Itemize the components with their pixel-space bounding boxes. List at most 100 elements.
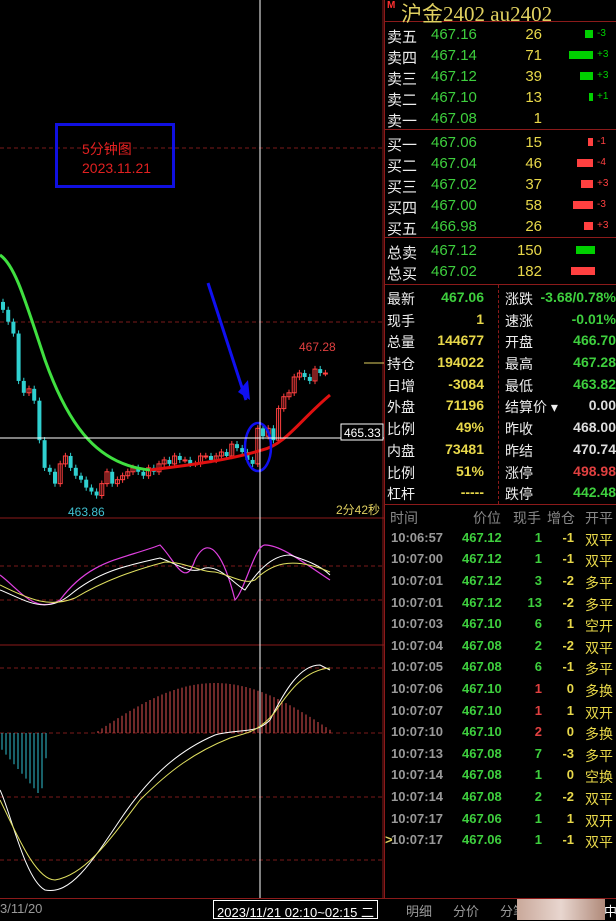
- candle: [69, 456, 73, 468]
- trade-list[interactable]: 10:06:57467.121-1双平10:07:00467.121-1双平10…: [385, 527, 616, 851]
- trade-time: 10:07:01: [391, 573, 443, 588]
- level-volume: 15: [525, 134, 542, 151]
- volume-bar: [588, 138, 593, 146]
- trade-row[interactable]: 10:06:57467.121-1双平: [385, 527, 616, 549]
- level-price: 467.16: [431, 26, 477, 43]
- trade-row[interactable]: 10:07:14467.082-2双平: [385, 786, 616, 808]
- orderbook-row[interactable]: 卖五467.1626-3: [385, 24, 616, 45]
- volume-bar: [569, 51, 593, 59]
- trade-price: 467.10: [462, 724, 502, 739]
- orderbook-row[interactable]: 买五466.9826+3: [385, 216, 616, 237]
- trade-row[interactable]: 10:07:01467.1213-2多平: [385, 592, 616, 614]
- trade-row[interactable]: 10:07:14467.0810空换: [385, 764, 616, 786]
- stat-row: 持仓194022最高467.28: [385, 352, 616, 374]
- candle: [141, 472, 145, 476]
- stat-value: -----: [461, 484, 484, 500]
- trade-row[interactable]: 10:07:01467.123-2多平: [385, 570, 616, 592]
- level-label: 卖五: [387, 26, 417, 47]
- volume-bar: [571, 267, 595, 275]
- order-totals: 总卖467.12150总买467.02182: [385, 238, 616, 285]
- candle: [11, 322, 15, 334]
- level-price: 467.04: [431, 155, 477, 172]
- trade-qty: 1: [535, 681, 542, 696]
- trade-row[interactable]: 10:07:06467.1010多换: [385, 678, 616, 700]
- trade-price: 467.06: [462, 811, 502, 826]
- trade-qty: 1: [535, 551, 542, 566]
- level-label: 买一: [387, 134, 417, 155]
- trade-type: 双平: [585, 789, 613, 809]
- tab-detail[interactable]: 明细: [406, 901, 432, 920]
- trade-row[interactable]: 10:07:07467.1011双开: [385, 700, 616, 722]
- stat-label: 现手: [387, 311, 415, 331]
- col-price: 价位: [473, 508, 501, 528]
- level-delta: -3: [597, 28, 606, 39]
- trade-row[interactable]: >10:07:17467.061-1双平: [385, 829, 616, 851]
- level-label: 卖二: [387, 89, 417, 110]
- trade-price: 467.06: [462, 832, 502, 847]
- stat-label: 总量: [387, 332, 415, 352]
- trade-type: 多平: [585, 595, 613, 615]
- kdj-j-line: [0, 545, 330, 605]
- trade-time: 10:07:06: [391, 681, 443, 696]
- stat-value: 468.00: [573, 419, 616, 435]
- trade-row[interactable]: 10:07:03467.1061空开: [385, 613, 616, 635]
- orderbook-row[interactable]: 卖二467.1013+1: [385, 87, 616, 108]
- macd-dif-line: [0, 665, 330, 891]
- trade-time: 10:07:03: [391, 616, 443, 631]
- orderbook-row[interactable]: 买一467.0615-1: [385, 132, 616, 153]
- level-price: 467.02: [431, 176, 477, 193]
- orderbook-row[interactable]: 买三467.0237+3: [385, 174, 616, 195]
- trade-row[interactable]: 10:07:05467.086-1多平: [385, 656, 616, 678]
- stat-value: 0.00: [589, 397, 616, 413]
- stat-value: 466.70: [573, 332, 616, 348]
- trade-row[interactable]: 10:07:00467.121-1双平: [385, 548, 616, 570]
- stat-label: 比例: [387, 419, 415, 439]
- stat-value: 442.48: [573, 484, 616, 500]
- trade-time: 10:07:17: [391, 832, 443, 847]
- candle: [178, 456, 182, 460]
- orderbook-row[interactable]: 买四467.0058-3: [385, 195, 616, 216]
- stat-label: 速涨: [505, 311, 533, 331]
- stat-label[interactable]: 结算价 ▾: [505, 397, 558, 417]
- stat-label: 涨跌: [505, 289, 533, 309]
- axis-date-label: 3/11/20: [0, 901, 42, 916]
- trade-type: 多换: [585, 724, 613, 744]
- trade-type: 双平: [585, 832, 613, 852]
- trade-row[interactable]: 10:07:17467.0611双开: [385, 808, 616, 830]
- orderbook-row[interactable]: 卖三467.1239+3: [385, 66, 616, 87]
- tab-price-distribution[interactable]: 分价: [453, 901, 479, 920]
- trade-price: 467.08: [462, 746, 502, 761]
- col-time: 时间: [390, 508, 418, 528]
- orderbook-row[interactable]: 卖四467.1471+3: [385, 45, 616, 66]
- stat-value: -3.68/0.78%: [541, 289, 616, 305]
- trade-time: 10:07:01: [391, 595, 443, 610]
- stat-label: 最低: [505, 376, 533, 396]
- orderbook-row[interactable]: 总买467.02182: [385, 261, 616, 282]
- stat-value: 470.74: [573, 441, 616, 457]
- stat-value: 49%: [456, 419, 484, 435]
- trade-oi: -3: [562, 746, 574, 761]
- stat-row: 日增-3084最低463.82: [385, 374, 616, 396]
- trade-price: 467.08: [462, 659, 502, 674]
- volume-bar: [576, 246, 595, 254]
- orderbook-row[interactable]: 买二467.0446-4: [385, 153, 616, 174]
- trade-row[interactable]: 10:07:13467.087-3多平: [385, 743, 616, 765]
- trade-row[interactable]: 10:07:04467.082-2双平: [385, 635, 616, 657]
- stat-label: 涨停: [505, 463, 533, 483]
- trade-row[interactable]: 10:07:10467.1020多换: [385, 721, 616, 743]
- level-price: 467.14: [431, 47, 477, 64]
- trade-price: 467.10: [462, 681, 502, 696]
- volume-bar: [573, 201, 593, 209]
- volume-bar: [577, 159, 593, 167]
- candle: [183, 460, 187, 461]
- candle: [261, 428, 265, 436]
- stat-label: 内盘: [387, 441, 415, 461]
- corner-button[interactable]: 中: [604, 901, 616, 920]
- candle: [32, 389, 36, 401]
- level-delta: +3: [597, 178, 608, 189]
- col-oi: 增仓: [547, 508, 575, 528]
- candle: [48, 468, 52, 472]
- orderbook-row[interactable]: 卖一467.081: [385, 108, 616, 129]
- orderbook-row[interactable]: 总卖467.12150: [385, 240, 616, 261]
- stat-label: 跌停: [505, 484, 533, 504]
